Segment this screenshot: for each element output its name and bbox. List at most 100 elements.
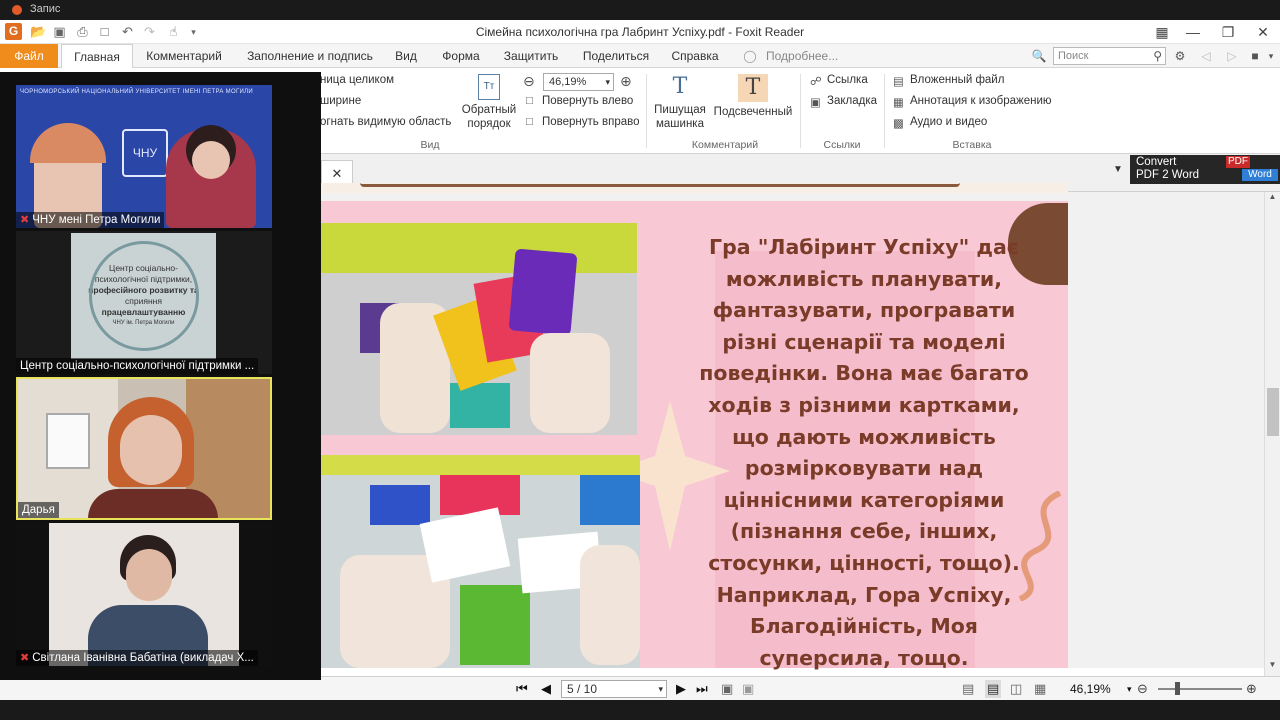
status-zoom-value[interactable]: 46,19% bbox=[1070, 680, 1111, 698]
link-icon: ☍ bbox=[810, 76, 822, 88]
title-bar: G 📂 ▣ ⎙ □ ↶ ↷ ☝ ▾ Сімейна психологічна г… bbox=[0, 20, 1280, 44]
status-zoom-out-icon[interactable]: ⊖ bbox=[1137, 680, 1148, 698]
ribbon-dropdown-icon[interactable]: ▾ bbox=[1264, 44, 1278, 68]
chevron-down-icon: ▾ bbox=[605, 77, 610, 87]
convert-line-1: Convert bbox=[1136, 156, 1177, 168]
participant-name-label: ✖ Світлана Іванівна Бабатіна (викладач Х.… bbox=[16, 650, 258, 666]
search-input[interactable]: Поиск ⚲ bbox=[1053, 47, 1166, 65]
typewriter-button[interactable]: T Пишущая машинка bbox=[652, 74, 708, 131]
previous-page-icon[interactable]: ◀ bbox=[541, 680, 551, 698]
ribbon-separator bbox=[800, 74, 801, 148]
zoom-slider-track[interactable] bbox=[1158, 688, 1242, 690]
tab-fill-sign[interactable]: Заполнение и подпись bbox=[240, 44, 380, 68]
zoom-dropdown-icon[interactable]: ▾ bbox=[1127, 680, 1132, 698]
facing-pages-icon[interactable]: ◫ bbox=[1010, 680, 1022, 698]
zoom-in-icon[interactable]: ⊕ bbox=[620, 73, 632, 90]
bookmark-button[interactable]: Закладка bbox=[827, 95, 877, 107]
photo-hand bbox=[580, 545, 640, 665]
next-view-icon[interactable]: ▣ bbox=[742, 680, 754, 698]
rotate-right-button[interactable]: Повернуть вправо bbox=[542, 116, 640, 128]
slide-text-line: фантазувати, програвати bbox=[712, 298, 1016, 323]
slide-text-line: Благодійність, Моя bbox=[750, 614, 978, 639]
audio-video-button[interactable]: Аудио и видео bbox=[910, 116, 987, 128]
participant-name: Центр соціально-психологічної підтримки … bbox=[20, 360, 255, 372]
slide-text-line: суперсила, тощо. bbox=[759, 645, 969, 670]
backdrop-university-text: ЧОРНОМОРСЬКИЙ НАЦІОНАЛЬНИЙ УНІВЕРСИТЕТ І… bbox=[20, 89, 253, 95]
tab-view[interactable]: Вид bbox=[389, 44, 423, 68]
scroll-down-icon[interactable]: ▼ bbox=[1266, 660, 1279, 672]
image-annotation-button[interactable]: Аннотация к изображению bbox=[910, 95, 1052, 107]
slide-text-line: можливість планувати, bbox=[725, 266, 1003, 291]
tab-protect[interactable]: Защитить bbox=[500, 44, 562, 68]
tab-share[interactable]: Поделиться bbox=[578, 44, 654, 68]
vertical-scrollbar[interactable]: ▲ ▼ bbox=[1264, 192, 1280, 676]
tab-help[interactable]: Справка bbox=[668, 44, 722, 68]
link-button[interactable]: Ссылка bbox=[827, 74, 868, 86]
back-arrow-icon[interactable]: ◁ bbox=[1198, 44, 1214, 68]
reverse-order-button[interactable]: Tт Обратный порядок bbox=[461, 74, 517, 131]
forward-arrow-icon[interactable]: ▷ bbox=[1224, 44, 1240, 68]
reverse-order-icon: Tт bbox=[478, 74, 500, 100]
slide-text-line: розмірковувати над bbox=[744, 456, 984, 481]
word-badge: Word bbox=[1242, 169, 1278, 181]
find-icon[interactable]: 🔍 bbox=[1030, 44, 1048, 68]
user-icon[interactable]: ■ bbox=[1246, 44, 1264, 68]
ribbon-separator bbox=[884, 74, 885, 148]
photo-board-strip bbox=[320, 455, 640, 475]
fit-width-button[interactable]: ширине bbox=[320, 95, 361, 107]
minimize-button[interactable]: — bbox=[1183, 22, 1203, 42]
zoom-out-icon[interactable]: ⊖ bbox=[523, 73, 535, 90]
participant-tile[interactable]: ✖ Світлана Іванівна Бабатіна (викладач Х.… bbox=[16, 523, 272, 666]
tab-home[interactable]: Главная bbox=[61, 44, 133, 68]
restore-button[interactable]: ❐ bbox=[1218, 22, 1238, 42]
insert-group-label: Вставка bbox=[952, 139, 992, 151]
highlight-button[interactable]: T Подсвеченный bbox=[710, 74, 796, 119]
scroll-up-icon[interactable]: ▲ bbox=[1266, 192, 1279, 204]
wall-picture bbox=[46, 413, 90, 469]
close-button[interactable]: ✕ bbox=[1253, 22, 1273, 42]
rotate-left-icon: □ bbox=[526, 95, 533, 107]
layout-icon[interactable]: ▦ bbox=[1152, 22, 1172, 42]
first-page-icon[interactable]: ⏮ bbox=[516, 680, 528, 698]
recorder-bar: Запис bbox=[0, 0, 1280, 20]
tab-comment[interactable]: Комментарий bbox=[140, 44, 228, 68]
participant-tile[interactable]: ЧОРНОМОРСЬКИЙ НАЦІОНАЛЬНИЙ УНІВЕРСИТЕТ І… bbox=[16, 85, 272, 228]
status-zoom-in-icon[interactable]: ⊕ bbox=[1246, 680, 1257, 698]
comments-group-label: Комментарий bbox=[691, 139, 759, 151]
settings-gear-icon[interactable]: ⚙ bbox=[1170, 44, 1190, 68]
participant-tile[interactable]: Центр соціально- психологічної підтримки… bbox=[16, 231, 272, 374]
previous-view-icon[interactable]: ▣ bbox=[721, 680, 733, 698]
page-number-input[interactable]: 5 / 10 ▾ bbox=[561, 680, 667, 698]
convert-pdf-to-word-banner[interactable]: Convert PDF 2 Word PDF Word bbox=[1130, 155, 1280, 184]
tab-file[interactable]: Файл bbox=[0, 44, 58, 68]
participant-name-label: Центр соціально-психологічної підтримки … bbox=[16, 358, 259, 374]
next-page-icon[interactable]: ▶ bbox=[676, 680, 686, 698]
muted-mic-icon: ✖ bbox=[20, 652, 30, 664]
continuous-facing-icon[interactable]: ▦ bbox=[1034, 680, 1046, 698]
photo-card bbox=[440, 475, 520, 515]
participant-name: Світлана Іванівна Бабатіна (викладач Х..… bbox=[32, 652, 254, 664]
rotate-left-button[interactable]: Повернуть влево bbox=[542, 95, 633, 107]
fit-visible-button[interactable]: огнать видимую область bbox=[320, 116, 451, 128]
attached-file-button[interactable]: Вложенный файл bbox=[910, 74, 1004, 86]
chevron-down-icon: ▾ bbox=[658, 684, 663, 694]
last-page-icon[interactable]: ⏭ bbox=[696, 680, 708, 698]
participant-tile-active-speaker[interactable]: Дарья bbox=[16, 377, 272, 520]
reverse-order-label-1: Обратный bbox=[461, 104, 517, 116]
recorder-label: Запис bbox=[30, 3, 61, 15]
scroll-thumb[interactable] bbox=[1267, 388, 1279, 436]
zoom-slider-thumb[interactable] bbox=[1175, 682, 1180, 695]
participant-face bbox=[192, 141, 230, 179]
zoom-combo[interactable]: 46,19% ▾ bbox=[543, 73, 614, 91]
photo-card bbox=[370, 485, 430, 525]
continuous-page-icon[interactable]: ▤ bbox=[985, 680, 1002, 698]
tab-list-dropdown-icon[interactable]: ▼ bbox=[1113, 164, 1123, 175]
tab-form[interactable]: Форма bbox=[437, 44, 485, 68]
search-icon[interactable]: ⚲ bbox=[1153, 48, 1162, 64]
participant-name: ЧНУ мені Петра Могили bbox=[32, 214, 161, 226]
tell-me-search[interactable]: Подробнее... bbox=[766, 44, 838, 68]
logo-circle bbox=[89, 241, 199, 351]
single-page-icon[interactable]: ▤ bbox=[962, 680, 974, 698]
image-annotation-icon: ▦ bbox=[893, 97, 904, 109]
fit-page-button[interactable]: ница целиком bbox=[320, 74, 394, 86]
